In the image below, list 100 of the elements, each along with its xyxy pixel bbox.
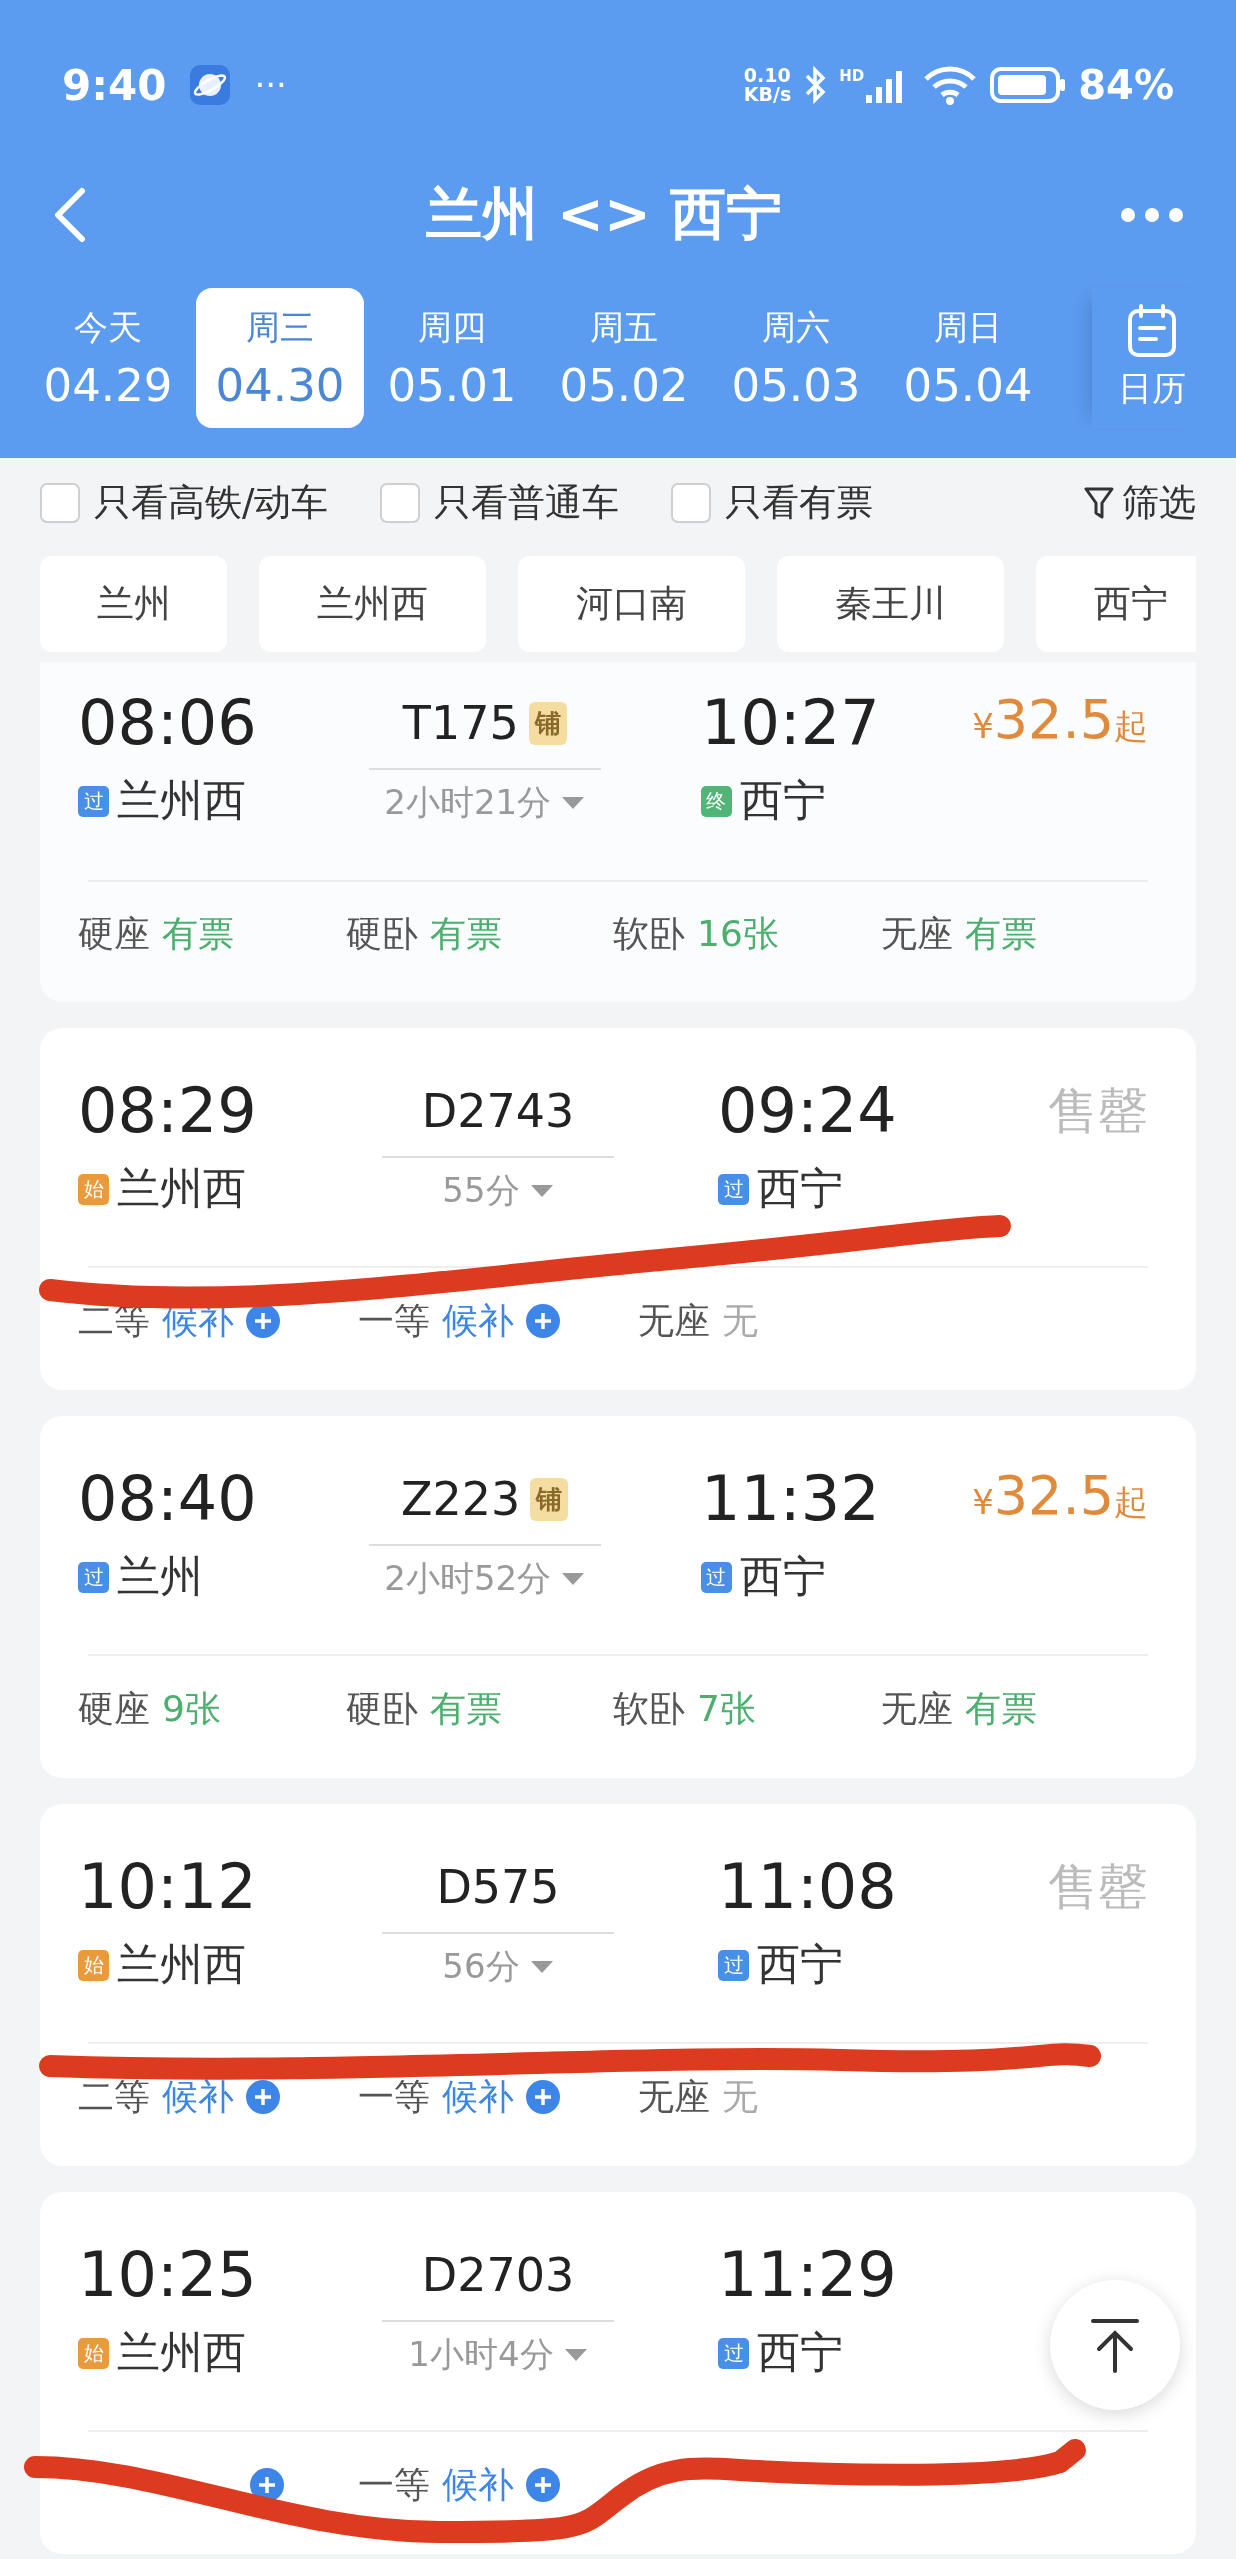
station-tag: 过 [78,1561,109,1593]
filter-button[interactable]: 筛选 [1084,478,1196,528]
seat-availability: 有票 [964,1686,1037,1731]
filter-checkbox[interactable]: 只看有票 [671,478,874,528]
status-time: 9:40 [62,60,167,110]
seat-availability[interactable]: 候补 [442,1296,514,1346]
travel-duration: 55分 [442,1169,520,1212]
filter-checkbox[interactable]: 只看普通车 [380,478,620,528]
station-tag: 过 [78,785,109,817]
seat-availability: 无 [722,1298,758,1343]
seat-availability[interactable]: 候补 [162,2072,234,2122]
seat-class: 硬卧 [345,1686,418,1731]
seat-class: 无座 [638,1298,710,1343]
arrival-time: 11:32 [700,1464,881,1534]
sold-out-label: 售罄 [1048,1081,1148,1142]
route-title: 兰州 <> 西宁 [424,180,784,248]
seat-class: 一等 [358,2074,430,2119]
seat-class: 软卧 [613,1686,685,1731]
arrival-station: 西宁 [739,1550,826,1603]
seat-class: 无座 [638,2074,710,2119]
plus-icon[interactable] [526,2468,560,2502]
station-tag: 始 [78,2337,109,2369]
ticket-price: ¥32.5起 [972,688,1148,753]
ticket-price: ¥32.5起 [972,1464,1148,1529]
berth-tag: 铺 [530,1477,569,1521]
berth-tag: 铺 [528,701,567,745]
seat-class: 无座 [880,1686,953,1731]
station-tag: 过 [718,1173,749,1205]
train-number: D575 [436,1860,560,1914]
train-card[interactable]: 10:12 始 兰州西 D575 56分 11:08 过 西宁 售罄 二等 候补 一等 候补 无座 无 [40,1804,1196,2166]
seat-availability: 有票 [429,911,502,956]
station-chip[interactable]: 兰州 [40,556,227,652]
battery-icon [990,67,1067,103]
departure-station: 兰州 [117,1550,203,1603]
arrival-time: 11:08 [718,1852,898,1922]
departure-time: 10:25 [78,2240,258,2310]
arrival-station: 西宁 [757,1938,843,1991]
dropdown-icon[interactable] [529,1959,554,1975]
arrival-time: 09:24 [718,1076,898,1146]
station-tag: 过 [700,1561,732,1593]
arrival-time: 11:29 [718,2240,898,2310]
seat-class: 软卧 [613,911,685,956]
back-icon[interactable] [52,187,88,243]
seat-availability: 有票 [429,1686,502,1731]
seat-class: 硬座 [78,911,150,956]
travel-duration: 2小时21分 [384,781,552,824]
departure-station: 兰州西 [117,2326,246,2379]
plus-icon[interactable] [246,2080,280,2114]
seat-availability: 有票 [964,911,1037,956]
seat-class: 无座 [880,911,953,956]
departure-time: 08:29 [78,1076,258,1146]
arrival-station: 西宁 [739,774,826,827]
departure-time: 08:06 [78,688,258,758]
arrival-station: 西宁 [757,1162,843,1215]
plus-icon[interactable] [246,1304,280,1338]
speed-unit: KB/s [743,85,792,104]
dropdown-icon[interactable] [529,1183,554,1199]
dropdown-icon[interactable] [561,1571,586,1587]
filter-checkbox[interactable]: 只看高铁/动车 [40,478,329,528]
departure-time: 08:40 [78,1464,258,1534]
seat-class: 一等 [358,2462,430,2507]
seat-class: 一等 [358,1298,430,1343]
more-icon[interactable] [1120,207,1184,223]
station-chip[interactable]: 河口南 [518,556,745,652]
calendar-icon[interactable] [1127,304,1177,358]
arrival-time: 10:27 [700,688,881,758]
departure-station: 兰州西 [117,774,246,827]
sold-out-label: 售罄 [1048,1857,1148,1918]
station-chip[interactable]: 西宁 [1036,556,1196,652]
station-chip[interactable]: 秦王川 [777,556,1004,652]
train-number: D2743 [421,1084,575,1138]
departure-station: 兰州西 [117,1938,246,1991]
train-number: T175 [402,696,519,750]
seat-availability: 16张 [697,911,779,956]
plus-icon[interactable] [250,2468,284,2502]
notification-more: ··· [254,65,287,105]
seat-availability[interactable]: 候补 [442,2460,514,2510]
station-tag: 终 [700,785,732,817]
plus-icon[interactable] [526,1304,560,1338]
station-tag: 过 [718,1949,749,1981]
departure-time: 10:12 [78,1852,258,1922]
network-label: HD [839,67,865,85]
plus-icon[interactable] [526,2080,560,2114]
travel-duration: 56分 [442,1945,520,1988]
dropdown-icon[interactable] [561,795,586,811]
departure-station: 兰州西 [117,1162,246,1215]
seat-availability[interactable]: 候补 [442,2072,514,2122]
dropdown-icon[interactable] [563,2347,588,2363]
speed-value: 0.10 [743,66,792,85]
planet-icon [188,63,233,107]
train-card[interactable]: 08:06 过 兰州西 T175 铺 2小时21分 10:27 终 西宁 ¥32.5起 硬座 有票 硬卧 有票 软卧 16张 无座 有票 [40,662,1196,1002]
filter-icon[interactable] [1084,485,1114,521]
seat-class: 硬卧 [345,911,418,956]
station-tag: 始 [78,1173,109,1205]
date-tab[interactable]: 周三 04.30 [196,288,364,428]
seat-availability: 无 [722,2074,758,2119]
train-card[interactable]: 08:40 过 兰州 Z223 铺 2小时52分 11:32 过 西宁 ¥32.5起 硬座 9张 硬卧 有票 软卧 7张 无座 有票 [40,1416,1196,1778]
arrival-station: 西宁 [757,2326,843,2379]
seat-class: 硬座 [78,1686,150,1731]
station-chip[interactable]: 兰州西 [259,556,486,652]
